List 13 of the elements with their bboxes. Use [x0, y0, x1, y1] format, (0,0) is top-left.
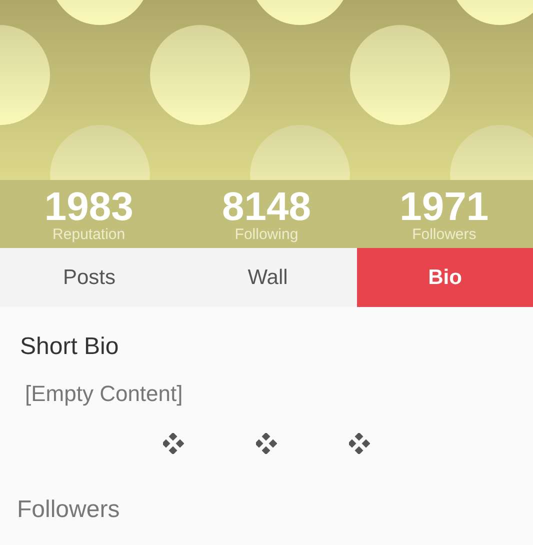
section-title: Followers: [17, 496, 121, 524]
stat-label: Following: [234, 227, 298, 243]
stat-label: Followers: [412, 227, 476, 243]
stat-value: 1983: [44, 187, 134, 227]
stat-value: 1971: [400, 187, 489, 227]
diamond-cluster-icon: [256, 433, 277, 454]
stat-value: 8148: [222, 187, 311, 227]
diamond-cluster-icon: [349, 433, 370, 454]
stat-label: Reputation: [52, 227, 126, 243]
section-title: Short Bio: [20, 333, 120, 361]
bio-content: [Empty Content]: [25, 381, 184, 407]
tab[interactable]: Bio: [357, 248, 533, 307]
diamond-cluster-icon: [163, 433, 184, 454]
